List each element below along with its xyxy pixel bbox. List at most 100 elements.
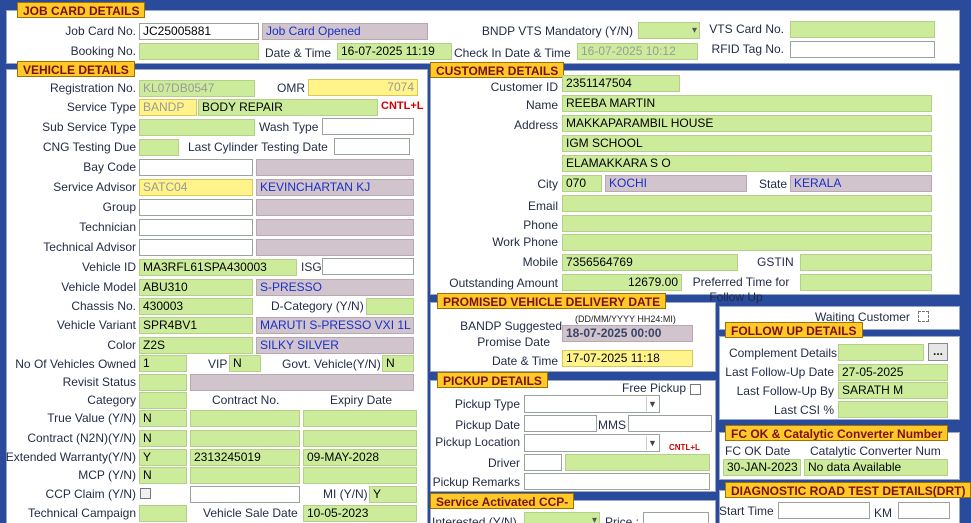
- contract-no-field: [190, 430, 300, 447]
- job-card-no-field[interactable]: JC25005881: [139, 23, 259, 40]
- work-phone-label: Work Phone: [492, 235, 558, 249]
- complement-field: [838, 344, 924, 361]
- d-category-field[interactable]: [366, 298, 414, 315]
- last-follow-up-by-label: Last Follow-Up By: [736, 384, 834, 398]
- vehicle-header: VEHICLE DETAILS: [17, 61, 135, 77]
- sub-service-field[interactable]: [139, 119, 255, 136]
- omr-field[interactable]: 7074: [308, 79, 418, 96]
- contract-field: N: [139, 430, 187, 447]
- bndp-vts-select[interactable]: [638, 22, 700, 39]
- address-line-3: ELAMAKKARA S O: [562, 155, 932, 172]
- true-value-field: N: [139, 410, 187, 427]
- complement-more-button[interactable]: ...: [928, 343, 948, 361]
- bay-code-field[interactable]: [139, 159, 253, 176]
- city-code: 070: [562, 175, 602, 192]
- service-type-code[interactable]: BANDP: [139, 99, 197, 116]
- drt-km-field[interactable]: [898, 502, 950, 519]
- pickup-location-cntl-hint: CNTL+L: [669, 443, 700, 452]
- mms-field[interactable]: [628, 415, 712, 432]
- ccp-no-field[interactable]: [190, 486, 300, 503]
- driver-label: Driver: [488, 456, 520, 470]
- ccp-checkbox[interactable]: [140, 488, 151, 499]
- mcp-no-field: [190, 467, 300, 484]
- email-label: Email: [527, 199, 558, 213]
- promised-date-time-field[interactable]: 17-07-2025 11:18: [562, 350, 693, 367]
- booking-no-field[interactable]: [139, 43, 259, 60]
- sale-date-label: Vehicle Sale Date: [203, 506, 298, 520]
- variant-label: Vehicle Variant: [56, 318, 136, 332]
- promised-header: PROMISED VEHICLE DELIVERY DATE: [437, 293, 667, 309]
- pickup-date-field[interactable]: [524, 415, 597, 432]
- category-label: Category: [87, 393, 136, 407]
- outstanding-field: 12679.00: [562, 274, 682, 291]
- bandp-suggested-label-1: BANDP Suggested: [460, 319, 562, 333]
- pref-time-field[interactable]: [800, 274, 932, 291]
- customer-header: CUSTOMER DETAILS: [430, 62, 565, 78]
- mi-field: Y: [369, 486, 417, 503]
- true-value-expiry: [303, 410, 417, 427]
- interested-select[interactable]: [524, 512, 600, 523]
- variant-code: SPR4BV1: [139, 317, 253, 334]
- service-type-cntl-hint: CNTL+L: [381, 100, 424, 112]
- vehicle-model-label: Vehicle Model: [61, 280, 136, 294]
- vehicle-model-name: S-PRESSO: [256, 279, 414, 296]
- pickup-type-select[interactable]: ▼: [524, 395, 660, 413]
- waiting-customer-checkbox[interactable]: [918, 311, 929, 322]
- rfid-field[interactable]: [790, 41, 935, 58]
- govt-field: N: [382, 355, 414, 372]
- vts-card-label: VTS Card No.: [709, 22, 784, 36]
- follow-up-header: FOLLOW UP DETAILS: [725, 322, 863, 338]
- service-ccp-header: Service Activated CCP-: [430, 493, 575, 509]
- registration-label: Registration No.: [49, 81, 136, 95]
- technician-desc: [256, 219, 414, 236]
- jc-date-time-field: 16-07-2025 11:19: [337, 43, 452, 60]
- drt-start-field[interactable]: [778, 502, 870, 519]
- price-field[interactable]: [643, 512, 709, 523]
- service-advisor-label: Service Advisor: [53, 180, 136, 194]
- bandp-suggested-label-2: Promise Date: [477, 335, 550, 349]
- gstin-label: GSTIN: [757, 255, 794, 269]
- color-code: Z2S: [139, 337, 253, 354]
- isg-field[interactable]: [322, 258, 414, 275]
- cng-field[interactable]: [139, 139, 179, 156]
- promised-date-time-label: Date & Time: [491, 354, 558, 368]
- check-in-field: 16-07-2025 10:12: [577, 43, 698, 60]
- address-line-2: IGM SCHOOL: [562, 135, 932, 152]
- bay-code-desc: [256, 159, 414, 176]
- bandp-suggested-field: 18-07-2025 00:00: [562, 325, 693, 342]
- pickup-remarks-field[interactable]: [524, 473, 710, 490]
- drt-start-label: Start Time: [719, 504, 774, 518]
- last-cyl-field[interactable]: [334, 138, 410, 155]
- fc-ok-date-label: FC OK Date: [725, 444, 791, 458]
- pickup-location-select[interactable]: ▼: [524, 434, 660, 452]
- group-field[interactable]: [139, 199, 253, 216]
- d-category-label: D-Category (Y/N): [271, 299, 364, 313]
- customer-id-label: Customer ID: [490, 80, 558, 94]
- pickup-type-label: Pickup Type: [454, 397, 520, 411]
- free-pickup-checkbox[interactable]: [690, 384, 701, 395]
- service-advisor-code[interactable]: SATC04: [139, 179, 253, 196]
- jc-date-time-label: Date & Time: [265, 46, 332, 60]
- color-name: SILKY SILVER: [256, 337, 414, 354]
- technician-field[interactable]: [139, 219, 253, 236]
- ext-warranty-label: Extended Warranty(Y/N): [5, 450, 136, 464]
- mi-label: MI (Y/N): [323, 487, 368, 501]
- tech-campaign-label: Technical Campaign: [27, 506, 136, 520]
- vehicle-model-code: ABU310: [139, 279, 253, 296]
- promised-format-hint: (DD/MM/YYYY HH24:MI): [575, 314, 676, 324]
- last-csi-field: [838, 401, 948, 418]
- tech-advisor-field[interactable]: [139, 239, 253, 256]
- mcp-expiry-field: [303, 467, 417, 484]
- fc-ok-date-field: 30-JAN-2023: [723, 459, 801, 476]
- wash-type-field[interactable]: [322, 118, 414, 135]
- drt-km-label: KM: [874, 506, 892, 520]
- driver-code-field[interactable]: [524, 454, 562, 471]
- group-desc: [256, 199, 414, 216]
- omr-label: OMR: [277, 81, 305, 95]
- job-card-status: Job Card Opened: [262, 23, 428, 40]
- contract-label: Contract (N2N)(Y/N): [27, 431, 136, 445]
- vts-card-field[interactable]: [790, 21, 935, 38]
- city-name: KOCHI: [605, 175, 747, 192]
- true-value-label: True Value (Y/N): [47, 411, 136, 425]
- name-field: REEBA MARTIN: [562, 95, 932, 112]
